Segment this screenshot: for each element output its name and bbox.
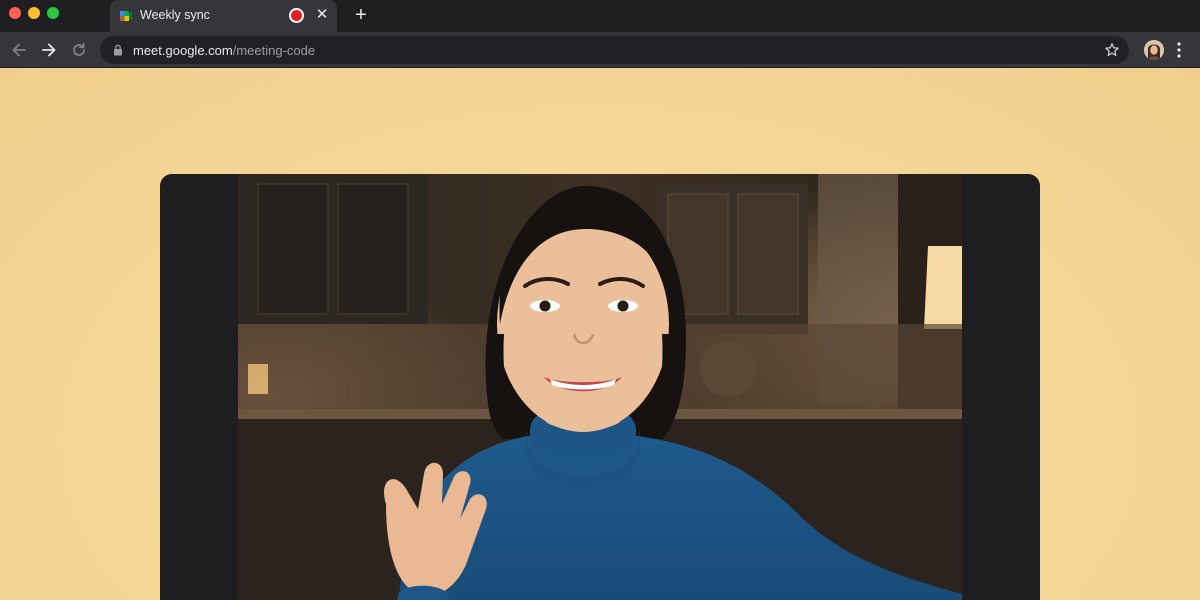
- close-icon[interactable]: ✕: [314, 6, 330, 24]
- profile-photo: [1144, 40, 1164, 60]
- star-icon[interactable]: [1104, 42, 1120, 58]
- kebab-menu-icon[interactable]: [1173, 40, 1185, 60]
- avatar[interactable]: [1144, 40, 1164, 60]
- participant-video-feed: [238, 174, 962, 600]
- meet-page: [0, 68, 1200, 600]
- plus-icon[interactable]: +: [351, 5, 371, 25]
- address-bar[interactable]: meet.google.com/meeting-code: [100, 36, 1129, 64]
- reload-icon[interactable]: [69, 40, 89, 60]
- google-meet-icon: [120, 11, 132, 21]
- tab-weekly-sync[interactable]: Weekly sync ✕: [110, 0, 337, 32]
- url-text[interactable]: meet.google.com/meeting-code: [133, 43, 315, 58]
- arrow-left-icon[interactable]: [9, 40, 29, 60]
- lock-icon[interactable]: [113, 44, 123, 56]
- window-close-button[interactable]: [9, 7, 21, 19]
- window-minimize-button[interactable]: [28, 7, 40, 19]
- url-path: /meeting-code: [232, 43, 316, 58]
- tab-title: Weekly sync: [140, 8, 210, 22]
- arrow-right-icon[interactable]: [39, 40, 59, 60]
- browser-tab-bar: Weekly sync ✕ +: [0, 0, 1200, 32]
- browser-toolbar: meet.google.com/meeting-code: [0, 32, 1200, 68]
- url-host: meet.google.com: [133, 43, 233, 58]
- window-zoom-button[interactable]: [47, 7, 59, 19]
- video-tile: [160, 174, 1040, 600]
- record-dot-icon: [289, 8, 304, 23]
